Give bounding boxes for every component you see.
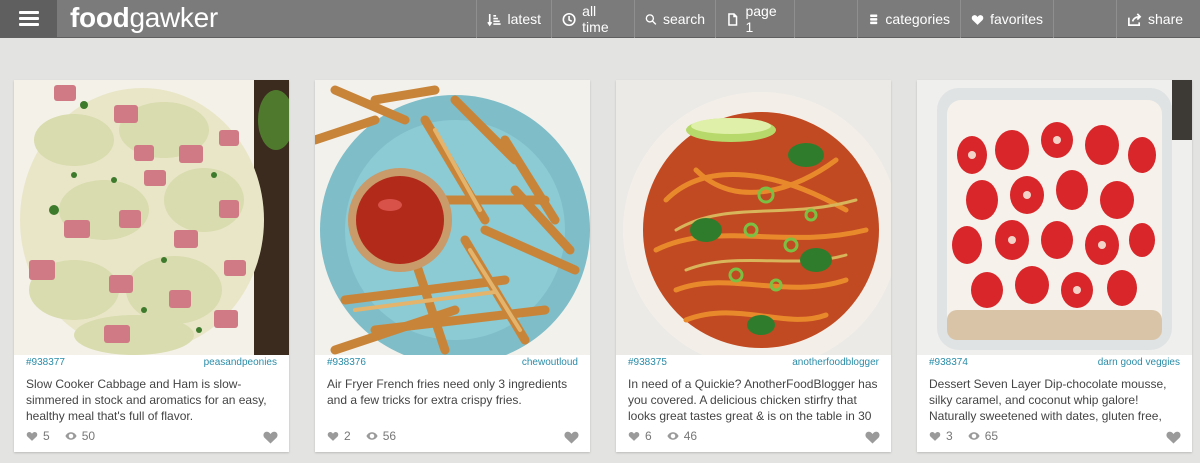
latest-button[interactable]: latest [476,0,551,38]
heart-icon [1166,431,1181,444]
likes-count: 5 [43,429,50,443]
stack-icon [870,14,878,24]
page-selector-button[interactable]: page 1 [715,0,795,38]
favorite-button[interactable] [1165,429,1182,445]
author-link[interactable]: anotherfoodblogger [792,357,879,371]
all-time-button[interactable]: all time [551,0,634,38]
recipe-description[interactable]: Slow Cooker Cabbage and Ham is slow-simm… [26,376,279,428]
eye-icon [65,432,77,440]
recipe-card[interactable]: #938375 anotherfoodblogger In need of a … [616,80,891,452]
eye-icon [667,432,679,440]
favorite-button[interactable] [262,429,279,445]
latest-label: latest [507,11,541,27]
card-meta: #938375 anotherfoodblogger [628,357,879,371]
likes-count: 2 [344,429,351,443]
categories-button[interactable]: categories [857,0,960,38]
page-label: page 1 [745,3,777,35]
recipe-description[interactable]: Dessert Seven Layer Dip-chocolate mousse… [929,376,1182,428]
recipe-photo-cabbage-ham[interactable] [14,80,289,355]
card-stats: 2 56 [327,428,396,444]
favorites-button[interactable]: favorites [960,0,1054,38]
search-icon [645,13,657,25]
heart-icon [929,432,941,441]
recipe-id[interactable]: #938374 [929,357,968,371]
recipe-photo-chicken-stirfry[interactable] [616,80,891,355]
card-stats: 5 50 [26,428,95,444]
card-stats: 6 46 [628,428,697,444]
recipe-photo-strawberry-dip[interactable] [917,80,1192,355]
heart-icon [865,431,880,444]
share-label: share [1148,11,1184,27]
search-label: search [662,11,705,27]
eye-icon [366,432,378,440]
recipe-description[interactable]: Air Fryer French fries need only 3 ingre… [327,376,580,428]
site-logo[interactable]: foodgawker [70,1,218,37]
sort-icon [487,13,501,26]
card-meta: #938377 peasandpeonies [26,357,277,371]
likes-count: 3 [946,429,953,443]
share-icon [1128,12,1142,26]
views-count: 65 [984,429,999,443]
all-time-label: all time [582,3,609,35]
heart-icon [327,432,339,441]
recipe-card[interactable]: #938376 chewoutloud Air Fryer French fri… [315,80,590,452]
author-link[interactable]: chewoutloud [522,357,578,371]
card-stats: 3 65 [929,428,998,444]
card-meta: #938376 chewoutloud [327,357,578,371]
views-count: 46 [683,429,698,443]
heart-icon [971,14,984,25]
recipe-id[interactable]: #938377 [26,357,65,371]
clock-icon [562,12,576,26]
categories-label: categories [885,11,950,27]
favorites-label: favorites [990,11,1043,27]
recipe-photo-french-fries[interactable] [315,80,590,355]
heart-icon [628,432,640,441]
favorite-button[interactable] [563,429,580,445]
recipe-description[interactable]: In need of a Quickie? AnotherFoodBlogger… [628,376,881,428]
views-count: 50 [81,429,96,443]
top-navigation-bar: foodgawker latest all time search page 1… [0,0,1200,38]
recipe-card[interactable]: #938377 peasandpeonies Slow Cooker Cabba… [14,80,289,452]
recipe-id[interactable]: #938376 [327,357,366,371]
hamburger-icon [18,11,39,27]
heart-icon [564,431,579,444]
heart-icon [263,431,278,444]
views-count: 56 [382,429,397,443]
search-button[interactable]: search [634,0,715,38]
likes-count: 6 [645,429,652,443]
eye-icon [968,432,980,440]
recipe-card[interactable]: #938374 darn good veggies Dessert Seven … [917,80,1192,452]
share-button[interactable]: share [1116,0,1200,38]
card-meta: #938374 darn good veggies [929,357,1180,371]
menu-button[interactable] [0,0,57,38]
recipe-id[interactable]: #938375 [628,357,667,371]
author-link[interactable]: darn good veggies [1098,357,1180,371]
heart-icon [26,432,38,441]
author-link[interactable]: peasandpeonies [204,357,277,371]
document-icon [728,12,738,26]
favorite-button[interactable] [864,429,881,445]
